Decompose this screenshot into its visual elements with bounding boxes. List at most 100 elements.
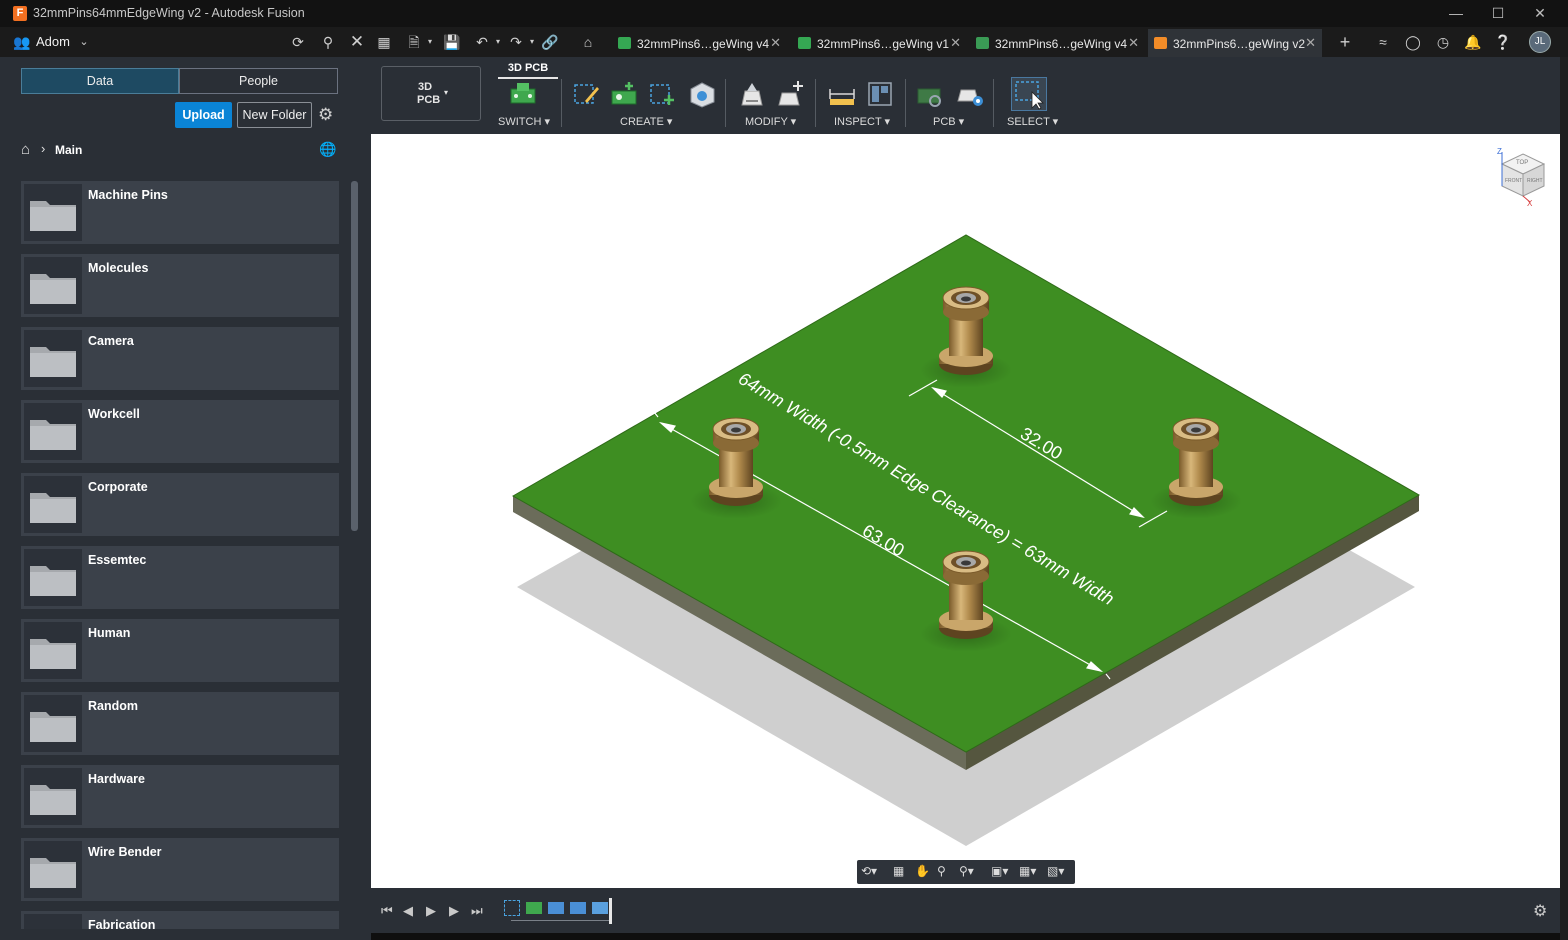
- notifications-bell-icon[interactable]: 🔔: [1463, 33, 1483, 51]
- folder-name: Corporate: [88, 480, 148, 494]
- right-edge-strip: [1560, 57, 1568, 940]
- doc-tab-4-active[interactable]: 32mmPins6…geWing v2 ✕: [1148, 29, 1322, 57]
- pcb-settings-icon[interactable]: [955, 79, 985, 109]
- new-folder-button[interactable]: New Folder: [237, 102, 312, 128]
- grid-apps-icon[interactable]: ▦: [374, 33, 394, 51]
- folder-item[interactable]: Essemtec: [21, 546, 339, 609]
- close-panel-icon[interactable]: ✕: [347, 33, 367, 51]
- undo-dropdown-icon[interactable]: ▾: [488, 33, 508, 51]
- folder-list-scrollbar[interactable]: [351, 181, 358, 531]
- play-icon[interactable]: ▶: [426, 903, 436, 919]
- search-icon[interactable]: ⚲: [318, 33, 338, 51]
- group-create-label[interactable]: CREATE ▾: [620, 115, 672, 128]
- folder-item[interactable]: Workcell: [21, 400, 339, 463]
- folder-icon: [30, 274, 76, 304]
- gear-icon[interactable]: ⚙: [318, 105, 333, 125]
- tab-3d-pcb[interactable]: 3D PCB: [498, 59, 558, 79]
- timeline-track: [511, 920, 609, 921]
- component-box-icon[interactable]: [687, 79, 717, 109]
- doc-tab-1[interactable]: 32mmPins6…geWing v4 ✕: [612, 29, 787, 57]
- grid-settings-icon[interactable]: ▦▾: [1019, 864, 1036, 878]
- look-at-icon[interactable]: ▦: [893, 864, 904, 878]
- home-icon[interactable]: ⌂: [578, 33, 598, 51]
- save-icon[interactable]: 💾: [442, 33, 462, 51]
- doc-tab-2[interactable]: 32mmPins6…geWing v1 ✕: [792, 29, 967, 57]
- timeline-settings-gear-icon[interactable]: ⚙: [1533, 901, 1547, 921]
- chevron-down-icon[interactable]: ⌄: [74, 33, 94, 51]
- folder-item[interactable]: Human: [21, 619, 339, 682]
- group-select-label[interactable]: SELECT ▾: [1007, 115, 1058, 128]
- tab-data[interactable]: Data: [21, 68, 179, 94]
- job-status-icon[interactable]: ◷: [1433, 33, 1453, 51]
- close-window-icon[interactable]: ✕: [1526, 3, 1554, 23]
- doc-tab-3[interactable]: 32mmPins6…geWing v4 ✕: [970, 29, 1145, 57]
- folder-item[interactable]: Molecules: [21, 254, 339, 317]
- file-dropdown-icon[interactable]: ▾: [420, 33, 440, 51]
- upload-button[interactable]: Upload: [175, 102, 232, 128]
- user-avatar[interactable]: JL: [1529, 31, 1551, 53]
- zoom-icon[interactable]: ⚲: [937, 864, 946, 878]
- close-tab-icon[interactable]: ✕: [770, 35, 781, 51]
- group-inspect-label[interactable]: INSPECT ▾: [834, 115, 890, 128]
- folder-item[interactable]: Machine Pins: [21, 181, 339, 244]
- timeline-component-icon[interactable]: [570, 902, 586, 914]
- move-component-icon[interactable]: [776, 79, 806, 109]
- orbit-icon[interactable]: ⟲▾: [861, 864, 877, 878]
- link-icon[interactable]: 🔗: [540, 33, 560, 51]
- online-status-icon[interactable]: ◯: [1403, 33, 1423, 51]
- close-tab-icon[interactable]: ✕: [950, 35, 961, 51]
- new-tab-plus-icon[interactable]: +: [1335, 33, 1355, 51]
- 3d-pcb-doc-icon: [1154, 37, 1167, 49]
- fit-icon[interactable]: ⚲▾: [959, 864, 974, 878]
- modify-component-icon[interactable]: [737, 79, 767, 109]
- create-board-icon[interactable]: [609, 79, 639, 109]
- sketch-icon[interactable]: [571, 79, 601, 109]
- refresh-icon[interactable]: ⟳: [288, 33, 308, 51]
- go-to-end-icon[interactable]: ⏭: [471, 903, 483, 919]
- step-forward-icon[interactable]: ▶: [449, 903, 459, 919]
- home-icon[interactable]: ⌂: [21, 141, 30, 158]
- view-cube[interactable]: TOP FRONT RIGHT Z X: [1497, 147, 1546, 208]
- timeline-marker[interactable]: [609, 898, 612, 924]
- timeline-add-icon[interactable]: [592, 902, 608, 914]
- folder-name: Essemtec: [88, 553, 147, 567]
- switch-board-icon[interactable]: [508, 79, 538, 109]
- folder-item[interactable]: Corporate: [21, 473, 339, 536]
- section-analysis-icon[interactable]: [865, 79, 895, 109]
- maximize-icon[interactable]: ☐: [1484, 3, 1512, 23]
- group-switch-label[interactable]: SWITCH ▾: [498, 115, 550, 128]
- folder-item[interactable]: Wire Bender: [21, 838, 339, 901]
- pan-hand-icon[interactable]: ✋: [915, 864, 930, 878]
- folder-item[interactable]: Hardware: [21, 765, 339, 828]
- help-icon[interactable]: ❔: [1493, 33, 1513, 51]
- pcb-push-icon[interactable]: [915, 79, 945, 109]
- timeline-sketch-icon[interactable]: [504, 900, 520, 916]
- close-tab-icon[interactable]: ✕: [1128, 35, 1139, 51]
- workspace-switcher[interactable]: 3D PCB ▾: [381, 66, 481, 121]
- folder-item[interactable]: Fabrication: [21, 911, 339, 929]
- group-pcb-label[interactable]: PCB ▾: [933, 115, 964, 128]
- group-modify-label[interactable]: MODIFY ▾: [745, 115, 796, 128]
- team-name[interactable]: Adom: [36, 34, 70, 49]
- add-outline-icon[interactable]: [647, 79, 677, 109]
- scene-canvas[interactable]: 64mm Width (-0.5mm Edge Clearance) = 63m…: [371, 134, 1560, 888]
- timeline-board-icon[interactable]: [526, 902, 542, 914]
- display-settings-icon[interactable]: ▣▾: [991, 864, 1008, 878]
- viewports-icon[interactable]: ▧▾: [1047, 864, 1064, 878]
- breadcrumb[interactable]: Main: [55, 143, 82, 157]
- timeline-component-icon[interactable]: [548, 902, 564, 914]
- redo-dropdown-icon[interactable]: ▾: [522, 33, 542, 51]
- extensions-icon[interactable]: ≈: [1373, 33, 1393, 51]
- go-to-start-icon[interactable]: ⏮: [381, 903, 393, 919]
- tab-people[interactable]: People: [179, 68, 338, 94]
- globe-settings-icon[interactable]: 🌐: [319, 141, 336, 158]
- select-tool-active[interactable]: [1011, 77, 1047, 111]
- folder-item[interactable]: Camera: [21, 327, 339, 390]
- folder-item[interactable]: Random: [21, 692, 339, 755]
- folder-name: Human: [88, 626, 131, 640]
- close-tab-icon[interactable]: ✕: [1305, 35, 1316, 51]
- minimize-icon[interactable]: —: [1442, 3, 1470, 23]
- step-back-icon[interactable]: ◀: [403, 903, 413, 919]
- 3d-viewport[interactable]: 64mm Width (-0.5mm Edge Clearance) = 63m…: [371, 134, 1560, 888]
- measure-ruler-icon[interactable]: [827, 79, 857, 109]
